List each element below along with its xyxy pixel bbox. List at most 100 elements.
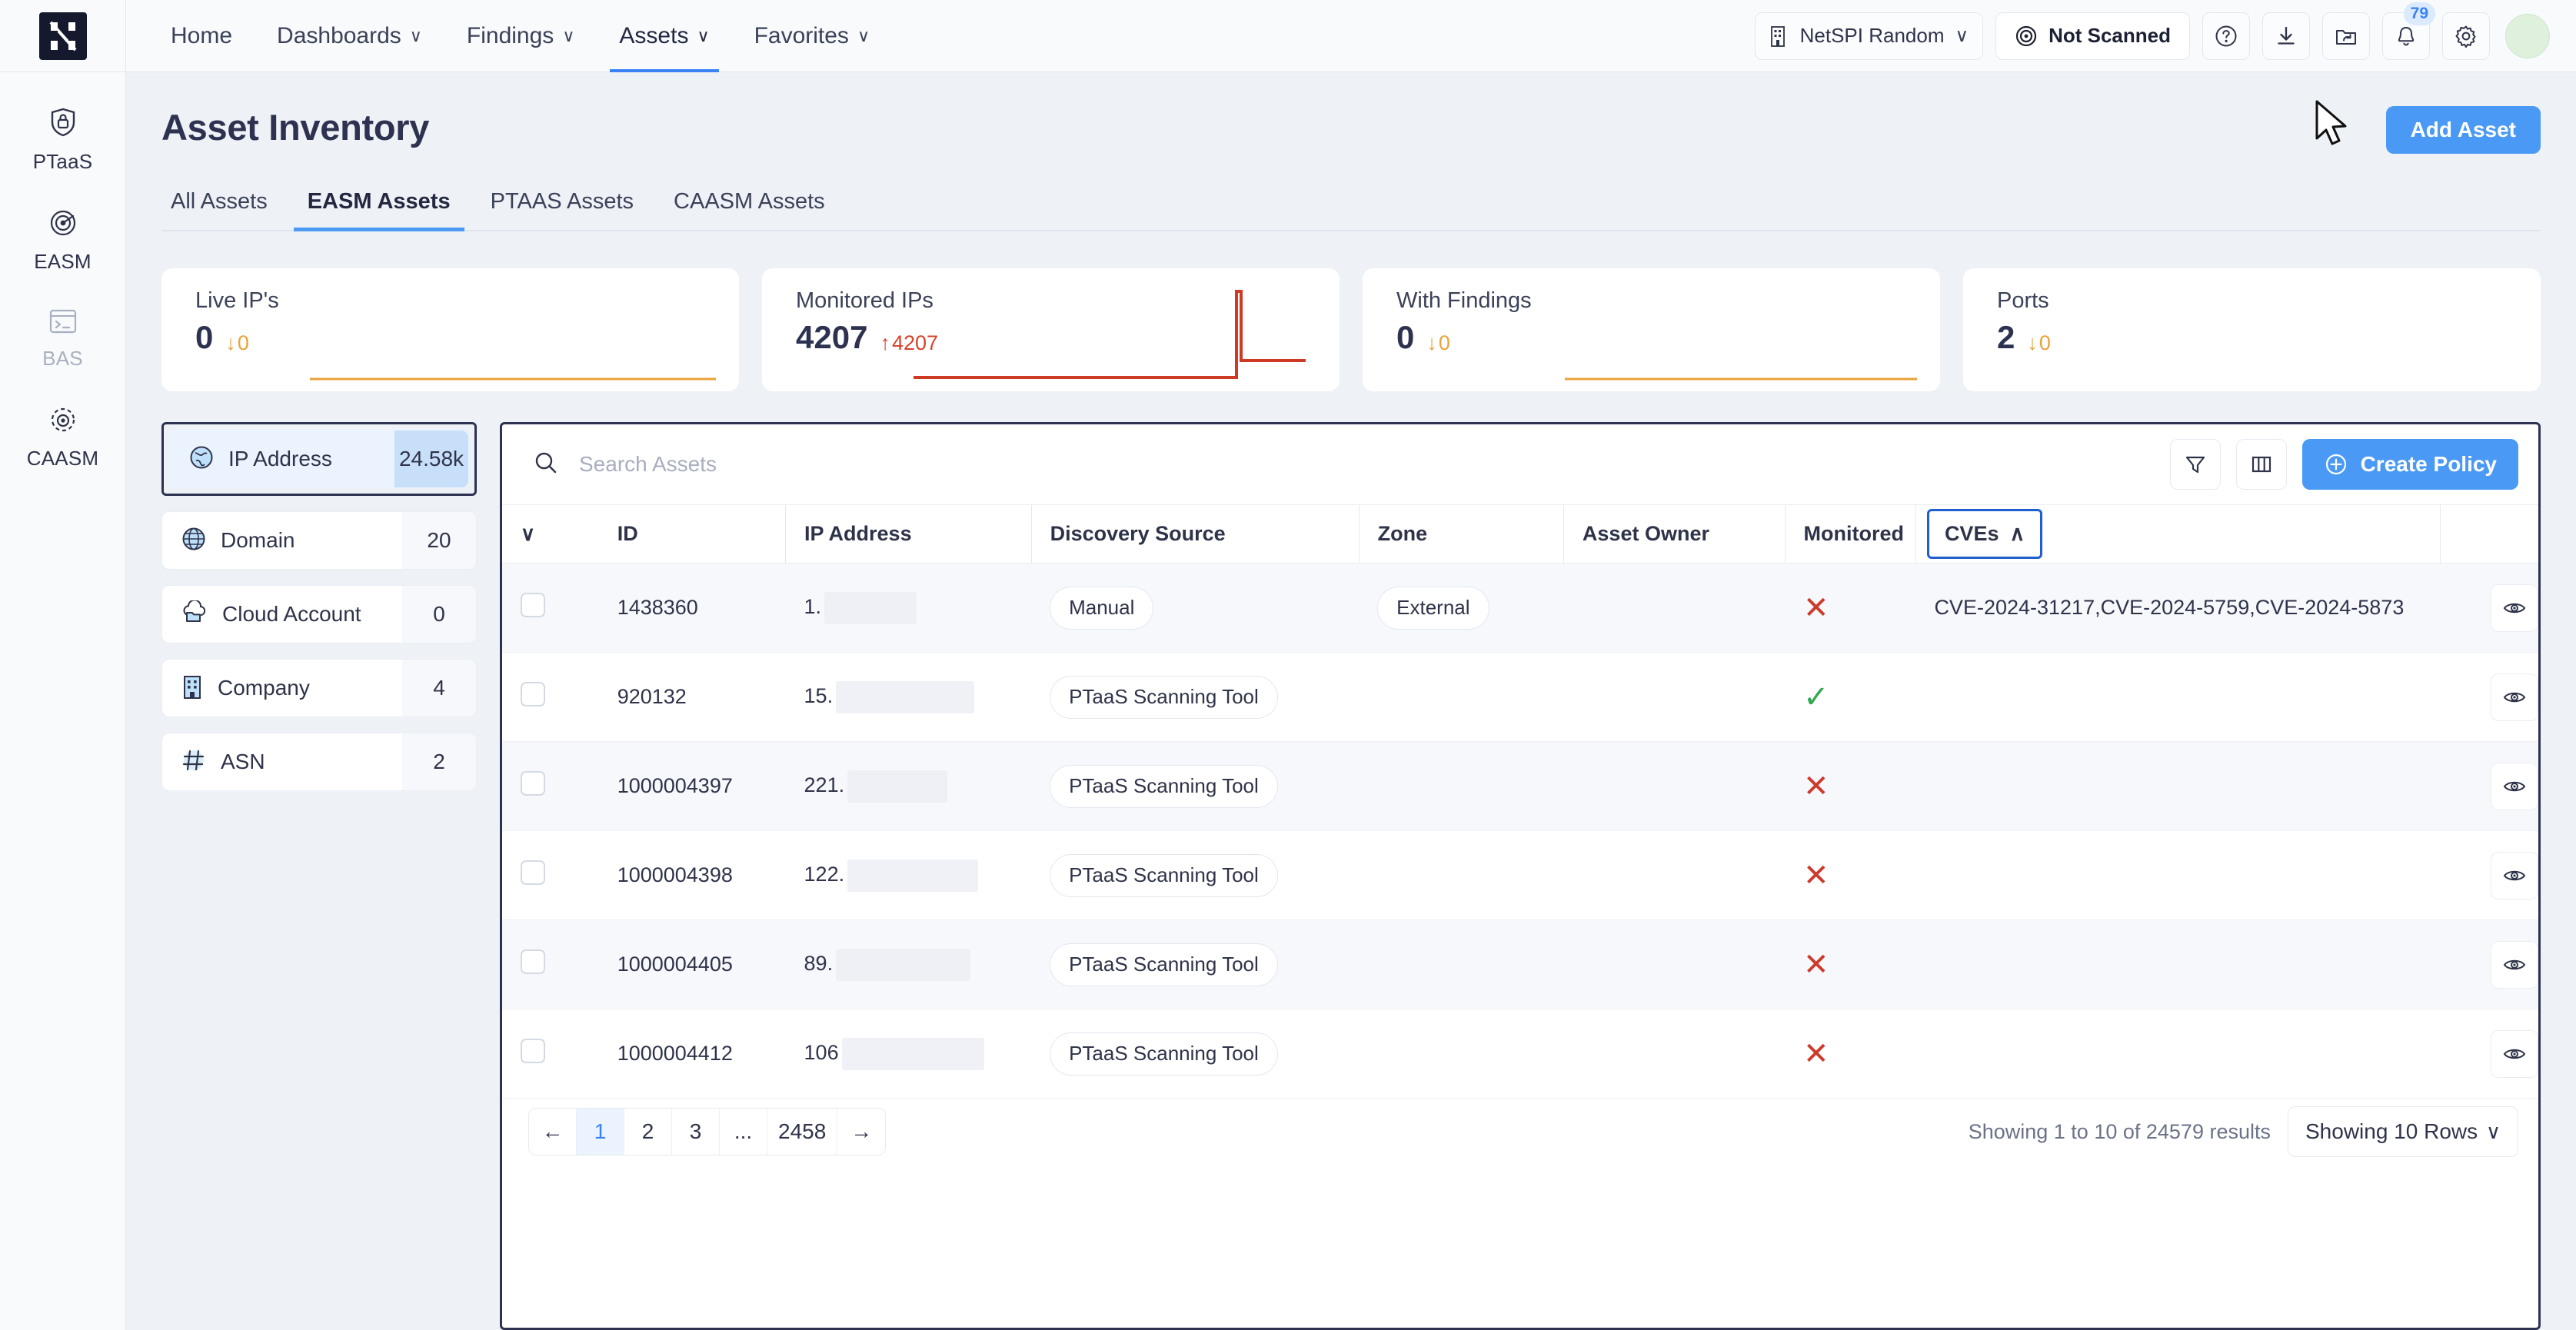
select-all-header[interactable]: ∨ (502, 504, 599, 564)
tab-caasm-assets[interactable]: CAASM Assets (654, 189, 845, 230)
assets-table-panel: Create Policy ∨ (500, 422, 2541, 1330)
cell-cves (1915, 652, 2441, 742)
column-header-cves-cell: CVEs ∧ (1915, 504, 2441, 564)
nav-item-favorites[interactable]: Favorites ∨ (734, 0, 890, 72)
nav-label-home: Home (171, 22, 233, 48)
hash-icon (181, 747, 207, 777)
question-circle-icon (2215, 25, 2237, 46)
table-row[interactable]: 920132 15. PTaaS Scanning Tool ✓ (502, 652, 2538, 742)
sidebar-item-bas[interactable]: BAS (12, 308, 114, 371)
column-header-asset-owner[interactable]: Asset Owner (1563, 504, 1786, 564)
view-asset-button[interactable] (2491, 940, 2538, 989)
view-asset-button[interactable] (2491, 1029, 2538, 1078)
column-header-cves[interactable]: CVEs ∧ (1926, 509, 2043, 559)
sidebar-item-ptaas[interactable]: PTaaS (12, 106, 114, 174)
search-input[interactable] (579, 452, 2155, 477)
scan-status-button[interactable]: Not Scanned (1995, 12, 2190, 60)
nav-item-home[interactable]: Home (151, 0, 252, 72)
metric-cards: Live IP's 0 ↓ 0 Monitored IPs 4207 ↑ 420… (161, 268, 2541, 391)
columns-button[interactable] (2235, 439, 2287, 490)
cell-ip-address: 15. (785, 652, 1032, 742)
pagination-page-1[interactable]: 1 (577, 1109, 624, 1155)
netspi-logo-icon[interactable] (38, 12, 87, 60)
row-checkbox[interactable] (521, 593, 545, 617)
facet-item-company[interactable]: Company 4 (161, 659, 477, 717)
chevron-down-icon: ∨ (697, 25, 710, 45)
column-header-zone[interactable]: Zone (1358, 504, 1564, 564)
pagination-next[interactable]: → (837, 1109, 886, 1155)
tab-ptaas-assets[interactable]: PTAAS Assets (471, 189, 654, 230)
nav-item-findings[interactable]: Findings ∨ (447, 0, 595, 72)
add-asset-button[interactable]: Add Asset (2385, 106, 2541, 154)
pagination-prev[interactable]: ← (529, 1109, 577, 1155)
pagination-page-last[interactable]: 2458 (767, 1109, 838, 1155)
main-content: Asset Inventory Add Asset All Assets EAS… (126, 72, 2576, 1330)
cell-id: 920132 (598, 652, 786, 742)
nav-label-assets: Assets (619, 22, 689, 48)
table-row[interactable]: 1438360 1. Manual External ✕ CVE-2024-31… (502, 563, 2538, 653)
sparkline-live-ips (310, 377, 716, 381)
user-avatar[interactable] (2505, 13, 2550, 58)
page-header: Asset Inventory Add Asset (161, 106, 2541, 154)
facet-label: Domain (221, 528, 295, 552)
table-row[interactable]: 1000004397 221. PTaaS Scanning Tool ✕ (502, 741, 2538, 831)
help-button[interactable] (2202, 12, 2250, 60)
column-header-monitored[interactable]: Monitored (1784, 504, 1916, 564)
facet-item-domain[interactable]: Domain 20 (161, 511, 477, 570)
facet-item-cloud-account[interactable]: Cloud Account 0 (161, 585, 477, 643)
table-row[interactable]: 1000004412 106 PTaaS Scanning Tool ✕ (502, 1009, 2538, 1099)
app-root: Home Dashboards ∨ Findings ∨ Assets ∨ Fa… (0, 0, 2576, 1330)
table-row[interactable]: 1000004398 122. PTaaS Scanning Tool ✕ (502, 830, 2538, 920)
filter-button[interactable] (2169, 439, 2221, 490)
row-checkbox[interactable] (521, 771, 545, 796)
view-asset-button[interactable] (2491, 762, 2538, 810)
view-asset-button[interactable] (2491, 673, 2538, 721)
sidebar-item-easm[interactable]: EASM (12, 208, 114, 274)
facet-item-asn[interactable]: ASN 2 (161, 733, 477, 791)
metric-delta: ↓ 0 (1426, 333, 1450, 354)
settings-button[interactable] (2442, 12, 2490, 60)
download-icon (2278, 26, 2295, 45)
nav-item-assets[interactable]: Assets ∨ (599, 0, 729, 72)
tab-all-assets[interactable]: All Assets (161, 189, 288, 230)
column-header-discovery-source[interactable]: Discovery Source (1030, 504, 1360, 564)
pagination-page-2[interactable]: 2 (624, 1109, 672, 1155)
column-header-ip-address[interactable]: IP Address (785, 504, 1032, 564)
download-button[interactable] (2262, 12, 2310, 60)
view-asset-button[interactable] (2491, 851, 2538, 899)
column-header-id[interactable]: ID (598, 504, 786, 564)
sidebar-item-caasm[interactable]: CAASM (12, 404, 114, 470)
cell-discovery-source: PTaaS Scanning Tool (1031, 741, 1360, 831)
organization-selector[interactable]: NetSPI Random ∨ (1754, 12, 1984, 60)
table-row[interactable]: 1000004405 89. PTaaS Scanning Tool ✕ (502, 919, 2538, 1009)
notifications-button[interactable]: 79 (2382, 2, 2435, 60)
create-policy-button[interactable]: Create Policy (2301, 439, 2518, 490)
rows-per-page-select[interactable]: Showing 10 Rows ∨ (2288, 1106, 2518, 1157)
facet-label: Cloud Account (222, 602, 361, 626)
view-asset-button[interactable] (2491, 584, 2538, 632)
monitored-yes-icon: ✓ (1803, 680, 1829, 714)
sidebar-label-ptaas: PTaaS (32, 150, 93, 173)
row-checkbox[interactable] (521, 682, 545, 707)
folder-sync-icon (2336, 29, 2356, 45)
pagination-page-3[interactable]: 3 (672, 1109, 720, 1155)
nav-label-findings: Findings (466, 22, 554, 48)
arrow-down-icon: ↓ (1426, 331, 1437, 354)
target-icon (2015, 25, 2037, 46)
cell-monitored: ✓ (1785, 652, 1916, 742)
row-checkbox[interactable] (521, 1039, 545, 1063)
tab-easm-assets[interactable]: EASM Assets (288, 189, 471, 231)
arrow-down-icon: ↓ (225, 331, 236, 354)
row-checkbox[interactable] (521, 860, 545, 885)
row-checkbox[interactable] (521, 949, 545, 974)
chevron-down-icon: ∨ (409, 25, 422, 45)
sync-folder-button[interactable] (2322, 12, 2370, 60)
nav-item-dashboards[interactable]: Dashboards ∨ (257, 0, 442, 72)
assets-table: ∨ ID IP Address Discovery Source Zone As… (502, 504, 2538, 1099)
redacted-ip (847, 770, 948, 803)
redacted-ip (847, 859, 979, 892)
facet-item-ip-address[interactable]: IP Address 24.58k (169, 430, 469, 488)
building-icon (1770, 25, 1785, 47)
monitored-no-icon: ✕ (1803, 1036, 1829, 1071)
cell-discovery-source: PTaaS Scanning Tool (1031, 652, 1360, 742)
